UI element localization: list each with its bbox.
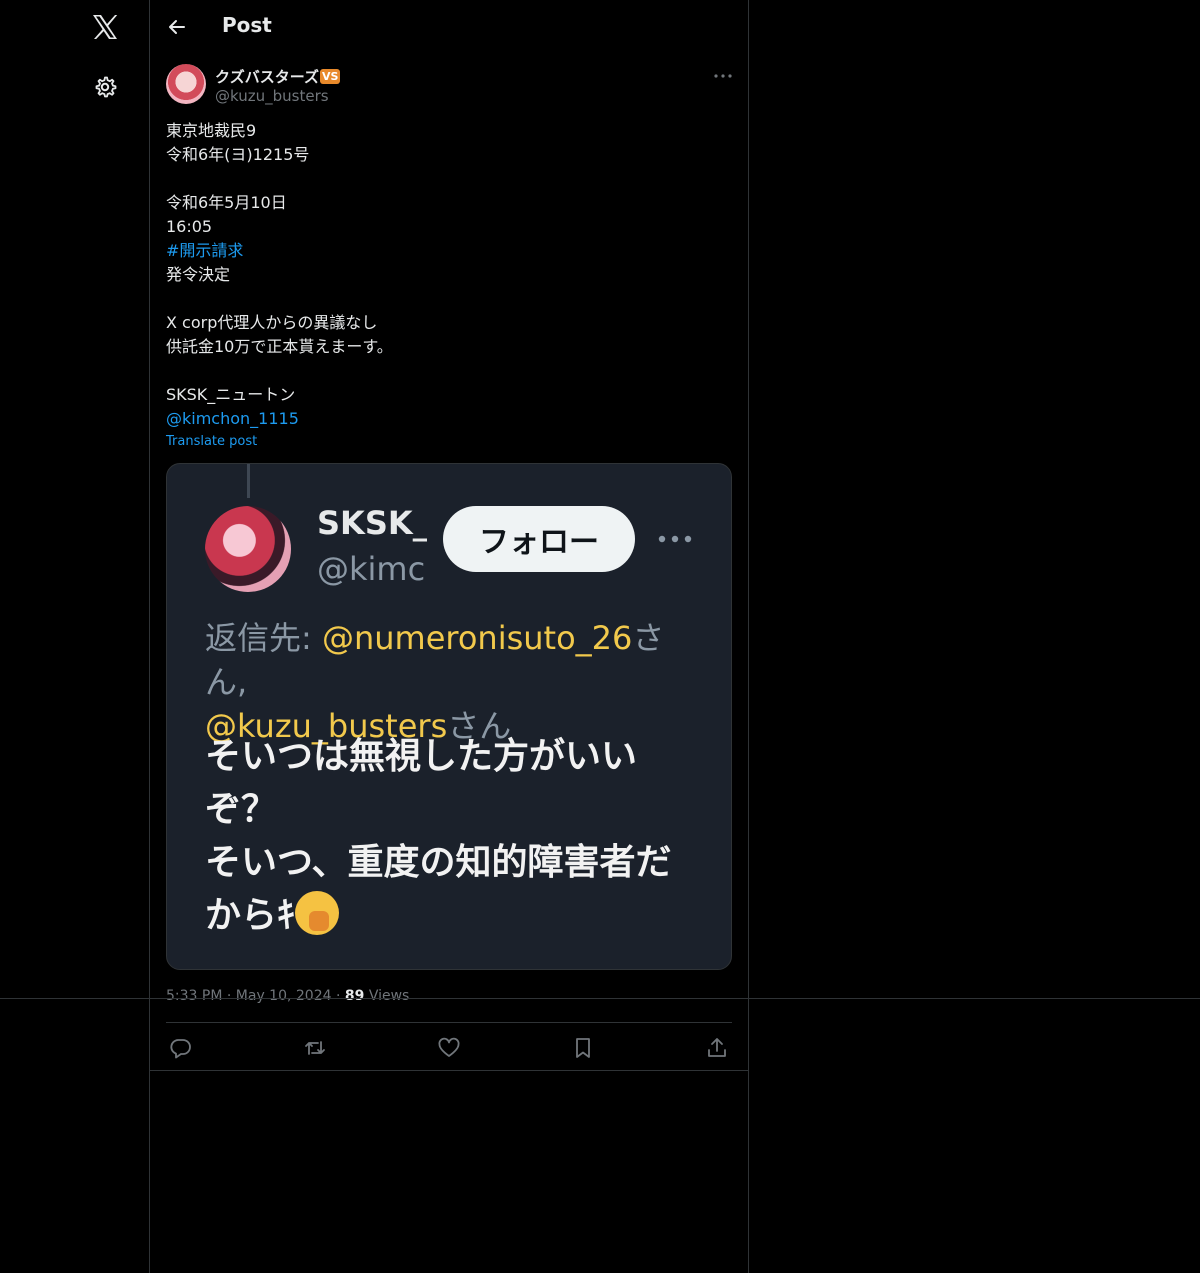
post-line: 令和6年5月10日 — [166, 193, 287, 212]
reply-icon[interactable] — [168, 1035, 194, 1061]
share-icon[interactable] — [704, 1035, 730, 1061]
embedded-handle: @kimcl — [317, 550, 427, 588]
like-heart-icon[interactable] — [436, 1035, 462, 1061]
embedded-name: SKSK_: — [317, 504, 427, 542]
embedded-reply-to: 返信先: @numeronisuto_26さん, @kuzu_bustersさん — [205, 616, 705, 748]
post-line: X corp代理人からの異議なし — [166, 313, 378, 332]
embedded-text-line: ぞ？ — [205, 789, 278, 830]
post-line — [166, 167, 732, 191]
author-handle[interactable]: @kuzu_busters — [215, 87, 329, 105]
post-line: 発令決定 — [166, 265, 231, 284]
divider — [166, 1022, 732, 1023]
meta-separator: · — [335, 988, 341, 1004]
embedded-text: そいつは無視した方がいい ぞ？ そいつ、重度の知的障害者だ からｷ — [205, 730, 715, 942]
main-column: Post クズバスターズ VS @kuzu_busters 東京地裁民9 令和6年… — [149, 0, 749, 1273]
views-count: 89 — [344, 988, 365, 1004]
post-line: SKSK_ニュートン — [166, 385, 296, 404]
views-label: Views — [368, 988, 410, 1004]
left-nav — [0, 0, 149, 1273]
embedded-text-line: そいつは無視した方がいい — [205, 736, 638, 777]
mention-link[interactable]: @kimchon_1115 — [166, 407, 732, 431]
post-text: 東京地裁民9 令和6年(ヨ)1215号 令和6年5月10日 16:05 #開示請… — [166, 119, 732, 431]
page-title: Post — [222, 13, 272, 37]
post-line: 東京地裁民9 — [166, 121, 257, 140]
thread-line — [247, 464, 250, 498]
x-logo-icon[interactable] — [90, 12, 120, 42]
post-date[interactable]: May 10, 2024 — [236, 988, 332, 1004]
embedded-avatar — [205, 506, 291, 592]
bookmark-icon[interactable] — [570, 1035, 596, 1061]
post-metadata: 5:33 PM · May 10, 2024 · 89 Views — [166, 988, 409, 1004]
overlay-guide-line — [0, 998, 1200, 999]
face-with-hand-over-mouth-icon — [295, 891, 340, 935]
post-time[interactable]: 5:33 PM — [166, 988, 222, 1004]
post-line: 令和6年(ヨ)1215号 — [166, 145, 310, 164]
settings-gear-icon[interactable] — [93, 75, 117, 99]
author-badge: VS — [319, 69, 341, 84]
reply-prefix: 返信先: — [205, 619, 322, 657]
author-display-name[interactable]: クズバスターズ VS — [215, 66, 341, 87]
divider — [150, 1070, 748, 1071]
post-line: 16:05 — [166, 217, 213, 236]
embedded-text-line: そいつ、重度の知的障害者だ — [205, 842, 672, 883]
post-line — [166, 359, 732, 383]
more-options-icon[interactable] — [712, 66, 734, 86]
hashtag-link[interactable]: #開示請求 — [166, 239, 732, 263]
embedded-follow-button: フォロー — [443, 506, 635, 572]
action-bar — [166, 1035, 732, 1061]
author-avatar[interactable] — [166, 64, 206, 104]
post-line — [166, 287, 732, 311]
embedded-text-line-4: からｷ — [205, 889, 715, 942]
post-image[interactable]: SKSK_: @kimcl フォロー 返信先: @numeronisuto_26… — [166, 463, 732, 970]
embedded-text-line: からｷ — [205, 895, 296, 936]
post-line: 供託金10万で正本貰えまーす。 — [166, 337, 393, 356]
reply-user-1: @numeronisuto_26 — [321, 619, 633, 657]
translate-post-link[interactable]: Translate post — [166, 434, 257, 449]
page-header: Post — [150, 0, 748, 53]
repost-icon[interactable] — [302, 1035, 328, 1061]
back-arrow-icon[interactable] — [166, 16, 188, 38]
meta-separator: · — [226, 988, 232, 1004]
author-name-text[interactable]: クズバスターズ — [215, 68, 319, 86]
embedded-more-icon — [657, 532, 693, 546]
